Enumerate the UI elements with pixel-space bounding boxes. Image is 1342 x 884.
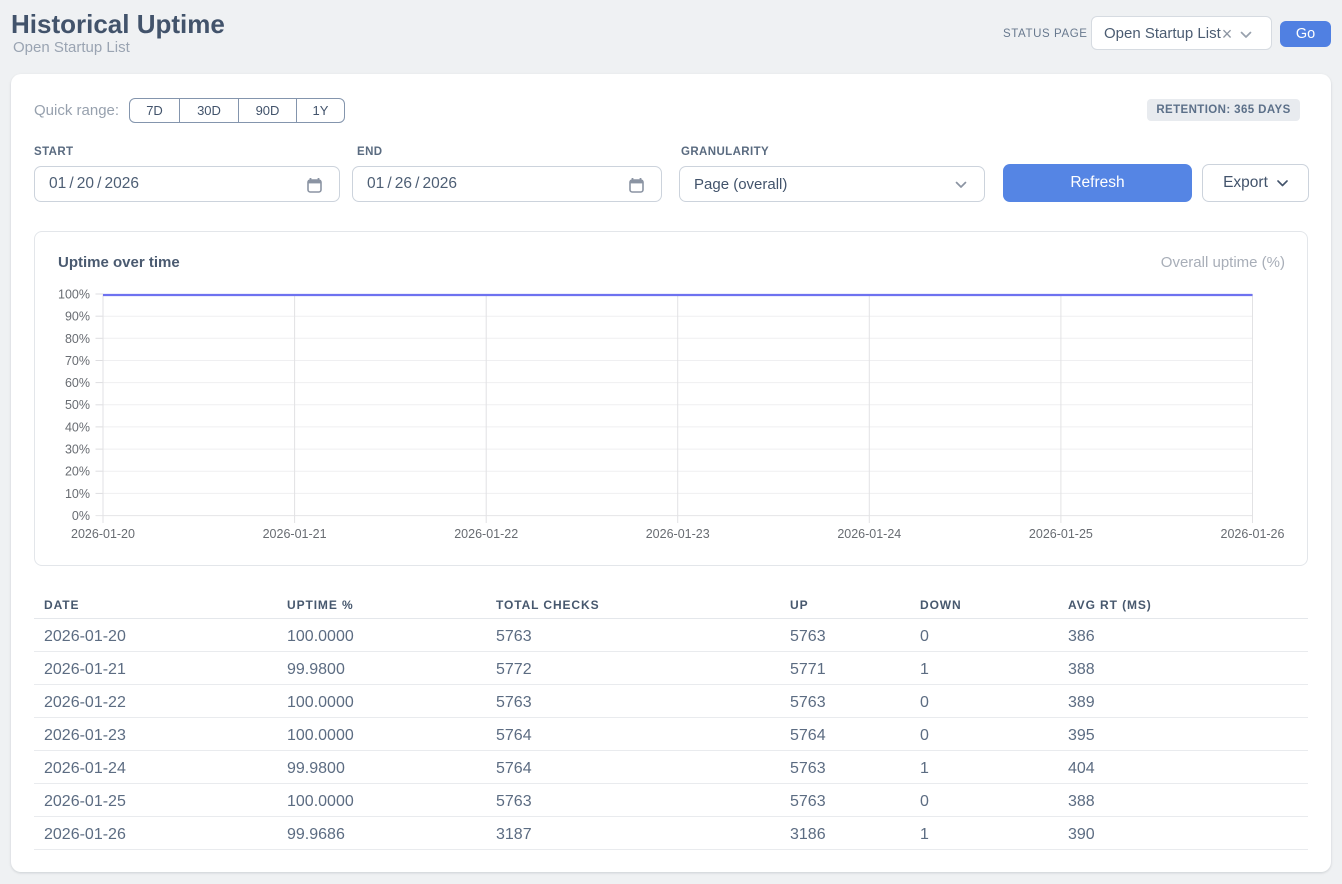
- svg-text:60%: 60%: [65, 376, 90, 390]
- svg-text:2026-01-22: 2026-01-22: [454, 527, 518, 541]
- svg-text:2026-01-23: 2026-01-23: [646, 527, 710, 541]
- svg-text:80%: 80%: [65, 332, 90, 346]
- svg-text:20%: 20%: [65, 465, 90, 479]
- svg-text:90%: 90%: [65, 310, 90, 324]
- svg-text:40%: 40%: [65, 420, 90, 434]
- svg-text:100%: 100%: [58, 288, 90, 302]
- svg-text:50%: 50%: [65, 398, 90, 412]
- svg-text:2026-01-26: 2026-01-26: [1221, 527, 1285, 541]
- svg-text:70%: 70%: [65, 354, 90, 368]
- svg-text:30%: 30%: [65, 443, 90, 457]
- svg-text:2026-01-21: 2026-01-21: [263, 527, 327, 541]
- svg-text:2026-01-20: 2026-01-20: [71, 527, 135, 541]
- svg-text:2026-01-25: 2026-01-25: [1029, 527, 1093, 541]
- svg-text:0%: 0%: [72, 509, 90, 523]
- svg-text:2026-01-24: 2026-01-24: [837, 527, 901, 541]
- svg-text:10%: 10%: [65, 487, 90, 501]
